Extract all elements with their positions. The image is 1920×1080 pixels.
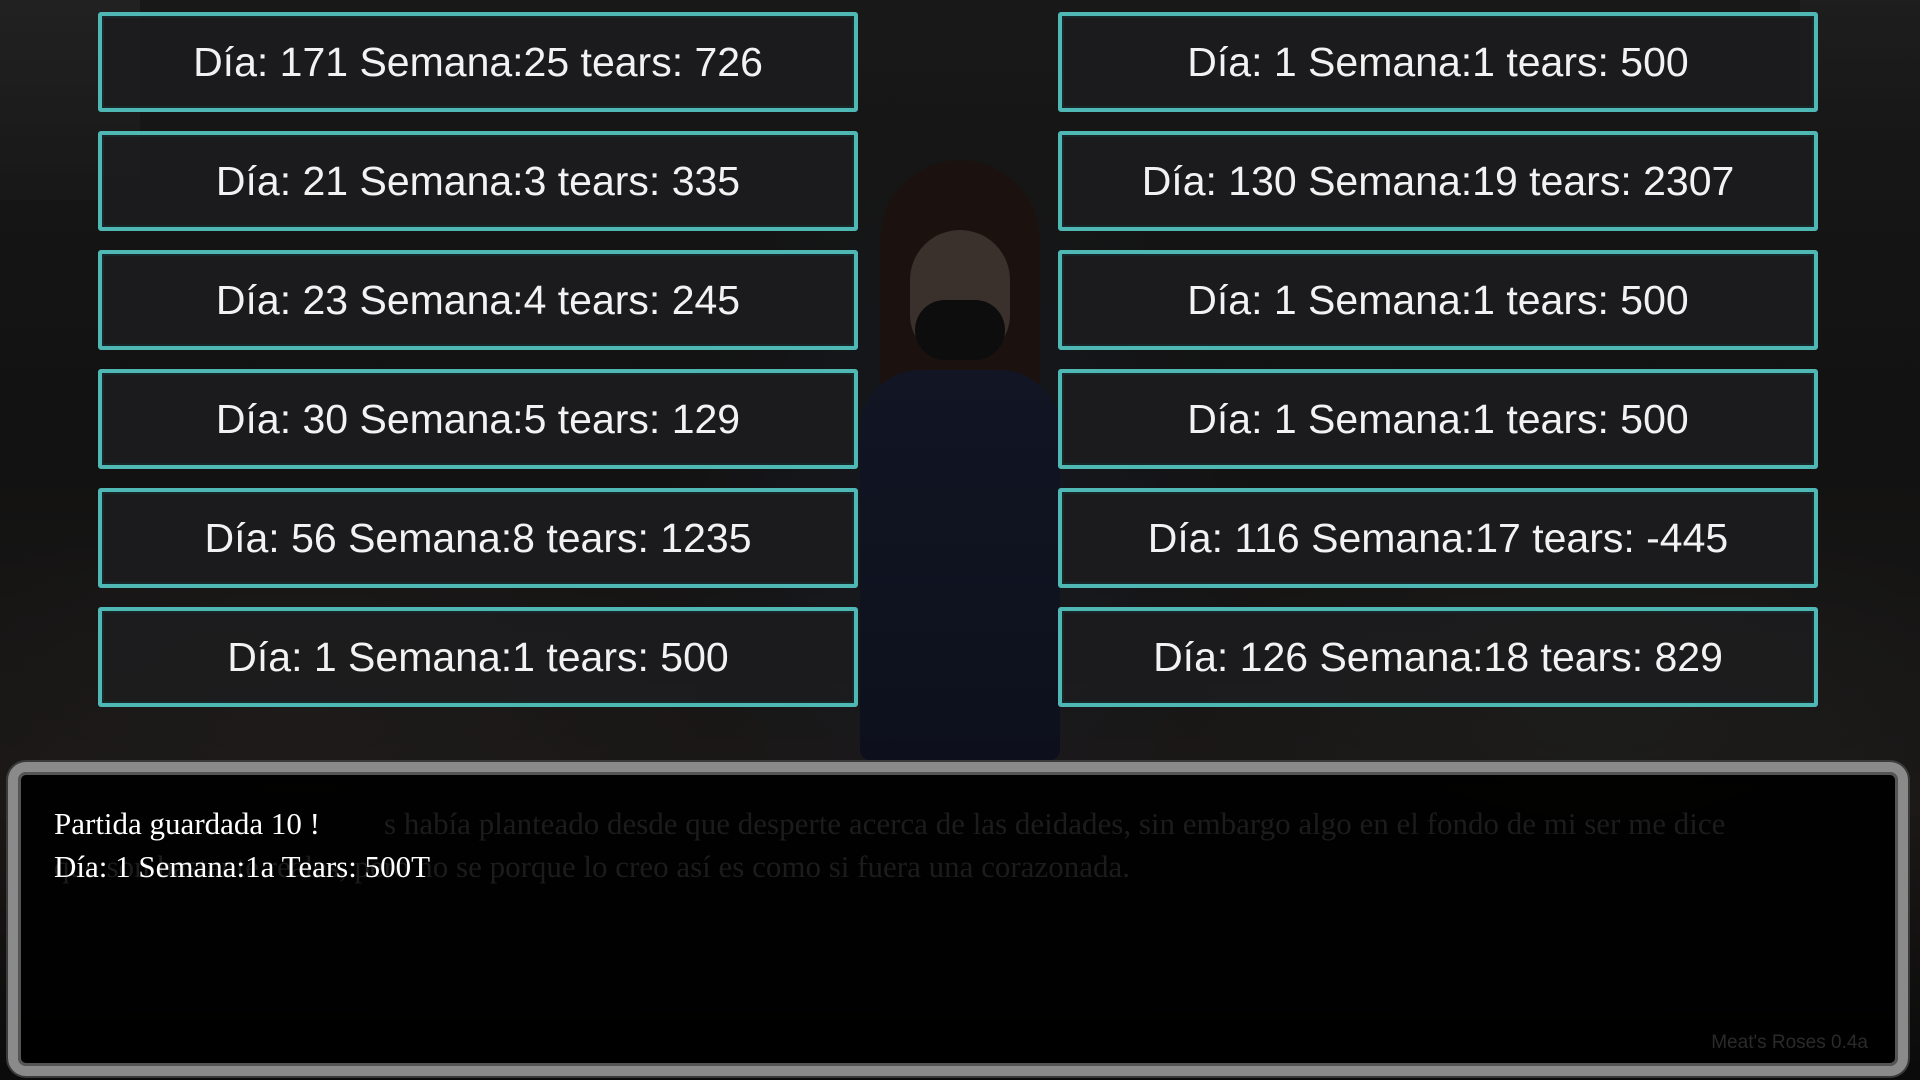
save-slot-3[interactable]: Día: 23 Semana:4 tears: 245 bbox=[98, 250, 858, 350]
save-slot-8[interactable]: Día: 130 Semana:19 tears: 2307 bbox=[1058, 131, 1818, 231]
save-slot-1[interactable]: Día: 171 Semana:25 tears: 726 bbox=[98, 12, 858, 112]
save-confirmation-line: Partida guardada 10 ! bbox=[54, 806, 320, 841]
message-text: Partida guardada 10 ! Día: 1 Semana:1a T… bbox=[54, 802, 1884, 888]
save-slot-6[interactable]: Día: 1 Semana:1 tears: 500 bbox=[98, 607, 858, 707]
message-window[interactable]: s había planteado desde que desperte ace… bbox=[8, 762, 1908, 1076]
game-scene: Día: 171 Semana:25 tears: 726 Día: 21 Se… bbox=[0, 0, 1920, 1080]
save-info-line: Día: 1 Semana:1a Tears: 500T bbox=[54, 849, 431, 884]
save-slot-5[interactable]: Día: 56 Semana:8 tears: 1235 bbox=[98, 488, 858, 588]
save-slot-2[interactable]: Día: 21 Semana:3 tears: 335 bbox=[98, 131, 858, 231]
save-slot-11[interactable]: Día: 116 Semana:17 tears: -445 bbox=[1058, 488, 1818, 588]
save-slot-4[interactable]: Día: 30 Semana:5 tears: 129 bbox=[98, 369, 858, 469]
save-slot-7[interactable]: Día: 1 Semana:1 tears: 500 bbox=[1058, 12, 1818, 112]
save-slot-12[interactable]: Día: 126 Semana:18 tears: 829 bbox=[1058, 607, 1818, 707]
save-slot-9[interactable]: Día: 1 Semana:1 tears: 500 bbox=[1058, 250, 1818, 350]
version-label: Meat's Roses 0.4a bbox=[1711, 1032, 1868, 1053]
save-slot-10[interactable]: Día: 1 Semana:1 tears: 500 bbox=[1058, 369, 1818, 469]
